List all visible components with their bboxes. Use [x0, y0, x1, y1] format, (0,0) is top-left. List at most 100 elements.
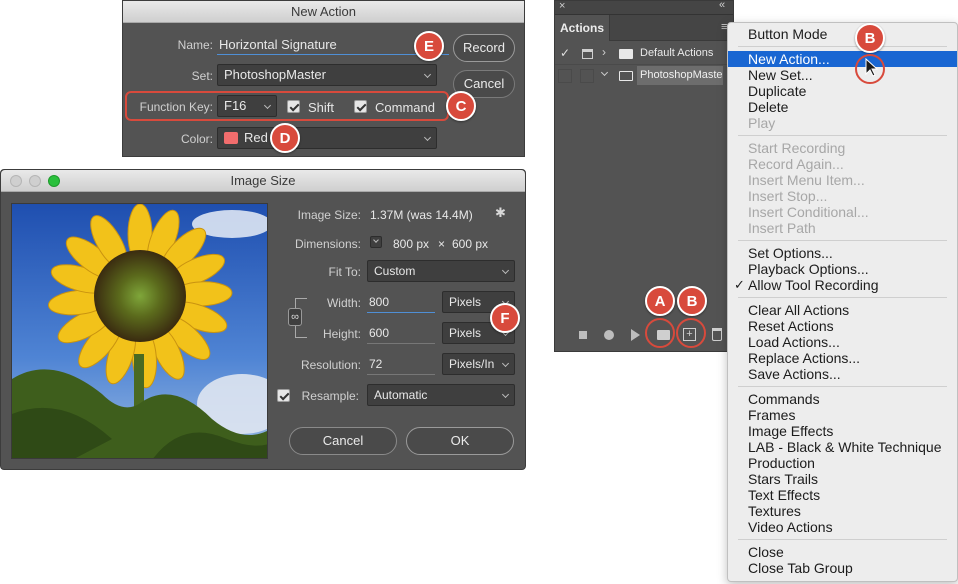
menu-item[interactable]: Set Options...	[728, 245, 957, 261]
menu-item[interactable]: LAB - Black & White Technique	[728, 439, 957, 455]
stop-icon[interactable]	[579, 331, 587, 339]
function-key-label: Function Key:	[139, 100, 213, 114]
menu-item-label: Reset Actions	[748, 318, 834, 334]
panel-top-strip: × «	[555, 0, 733, 15]
record-icon[interactable]	[604, 330, 614, 340]
menu-item[interactable]: Playback Options...	[728, 261, 957, 277]
record-label: Record	[463, 40, 505, 55]
color-select[interactable]: Red	[217, 127, 437, 149]
menu-item[interactable]: New Action...	[728, 51, 957, 67]
menu-item[interactable]: Textures	[728, 503, 957, 519]
panel-bottom-toolbar: +	[555, 319, 733, 351]
callout-e: E	[414, 31, 444, 61]
menu-item: Play	[728, 115, 957, 131]
function-key-select[interactable]: F16	[217, 95, 277, 117]
fit-to-select[interactable]: Custom	[367, 260, 515, 282]
close-panel-icon[interactable]: ×	[559, 0, 565, 12]
minimize-window-icon[interactable]	[29, 175, 41, 187]
menu-item-label: Duplicate	[748, 83, 807, 99]
tab-actions[interactable]: Actions	[555, 15, 610, 41]
chevron-down-icon	[373, 237, 379, 243]
empty-dialog-box[interactable]	[580, 69, 594, 83]
callout-f: F	[490, 303, 520, 333]
image-size-dialog: Image Size Image Size: 1.37M (was 14.4M)…	[0, 169, 526, 470]
record-button[interactable]: Record	[453, 34, 515, 62]
menu-item-label: Play	[748, 115, 776, 131]
dimensions-dropdown[interactable]	[370, 236, 382, 248]
height-unit: Pixels	[449, 326, 482, 340]
dialog-title: New Action	[290, 4, 357, 19]
resolution-unit: Pixels/In	[449, 357, 495, 371]
resample-label: Resample:	[301, 389, 359, 403]
chevron-down-icon	[501, 359, 510, 368]
menu-item[interactable]: Replace Actions...	[728, 350, 957, 366]
menu-item[interactable]: Stars Trails	[728, 471, 957, 487]
resample-select[interactable]: Automatic	[367, 384, 515, 406]
color-swatch	[224, 132, 238, 144]
resolution-field[interactable]: 72	[367, 353, 435, 375]
resolution-unit-select[interactable]: Pixels/In	[442, 353, 515, 375]
menu-item-label: Insert Path	[748, 220, 816, 236]
chain-link-icon[interactable]: ∞	[288, 308, 302, 326]
shift-checkbox[interactable]	[287, 100, 300, 113]
menu-item[interactable]: Image Effects	[728, 423, 957, 439]
menu-item[interactable]: Frames	[728, 407, 957, 423]
menu-item[interactable]: Close Tab Group	[728, 560, 957, 576]
width-field[interactable]: 800	[367, 291, 435, 313]
menu-item[interactable]: Duplicate	[728, 83, 957, 99]
chevron-right-icon[interactable]: ›	[602, 45, 606, 59]
menu-item[interactable]: Production	[728, 455, 957, 471]
menu-item-label: Record Again...	[748, 156, 844, 172]
set-select[interactable]: PhotoshopMaster	[217, 64, 437, 86]
close-window-icon[interactable]	[10, 175, 22, 187]
menu-item[interactable]: New Set...	[728, 67, 957, 83]
image-preview[interactable]	[11, 203, 268, 459]
name-value: Horizontal Signature	[219, 37, 337, 52]
zoom-window-icon[interactable]	[48, 175, 60, 187]
resample-checkbox[interactable]	[277, 389, 290, 402]
menu-item[interactable]: Clear All Actions	[728, 302, 957, 318]
menu-item-label: Image Effects	[748, 423, 834, 439]
menu-separator	[738, 386, 947, 387]
menu-item[interactable]: Commands	[728, 391, 957, 407]
menu-item[interactable]: ✓ Allow Tool Recording	[728, 277, 957, 293]
name-label: Name:	[177, 38, 213, 52]
panel-tab-row: Actions ≡	[555, 15, 733, 41]
chevron-down-icon[interactable]	[600, 68, 609, 77]
collapse-panel-icon[interactable]: «	[719, 0, 725, 11]
height-value: 600	[369, 326, 390, 340]
menu-item-label: Text Effects	[748, 487, 821, 503]
menu-item[interactable]: Close	[728, 544, 957, 560]
dialog-toggle-icon[interactable]	[582, 49, 593, 59]
action-set-label: PhotoshopMaste	[640, 69, 722, 81]
callout-d: D	[270, 123, 300, 153]
ok-label: OK	[450, 433, 470, 448]
menu-item[interactable]: Delete	[728, 99, 957, 115]
dialog-title: Image Size	[230, 173, 296, 188]
trash-icon[interactable]	[712, 328, 722, 341]
image-size-label: Image Size:	[297, 208, 361, 222]
gear-icon[interactable]: ✱	[495, 205, 506, 221]
action-set-label: Default Actions	[640, 47, 714, 59]
menu-item[interactable]: Video Actions	[728, 519, 957, 535]
height-field[interactable]: 600	[367, 322, 435, 344]
play-icon[interactable]	[631, 329, 640, 341]
menu-item[interactable]: Text Effects	[728, 487, 957, 503]
command-checkbox[interactable]	[354, 100, 367, 113]
width-unit: Pixels	[449, 295, 482, 309]
menu-item[interactable]: Reset Actions	[728, 318, 957, 334]
cancel-label: Cancel	[463, 76, 505, 91]
menu-item[interactable]: Button Mode	[728, 26, 957, 42]
menu-item[interactable]: Save Actions...	[728, 366, 957, 382]
callout-b: B	[677, 286, 707, 316]
action-set-row[interactable]: PhotoshopMaste	[555, 65, 733, 87]
toggle-check-icon[interactable]: ✓	[560, 46, 570, 60]
resolution-value: 72	[369, 357, 383, 371]
menu-item-label: Close Tab Group	[748, 560, 853, 576]
empty-toggle-box[interactable]	[558, 69, 572, 83]
menu-item[interactable]: Load Actions...	[728, 334, 957, 350]
action-set-row[interactable]: ✓ › Default Actions	[555, 43, 733, 65]
menu-item: Start Recording	[728, 140, 957, 156]
cancel-button[interactable]: Cancel	[289, 427, 397, 455]
ok-button[interactable]: OK	[406, 427, 514, 455]
